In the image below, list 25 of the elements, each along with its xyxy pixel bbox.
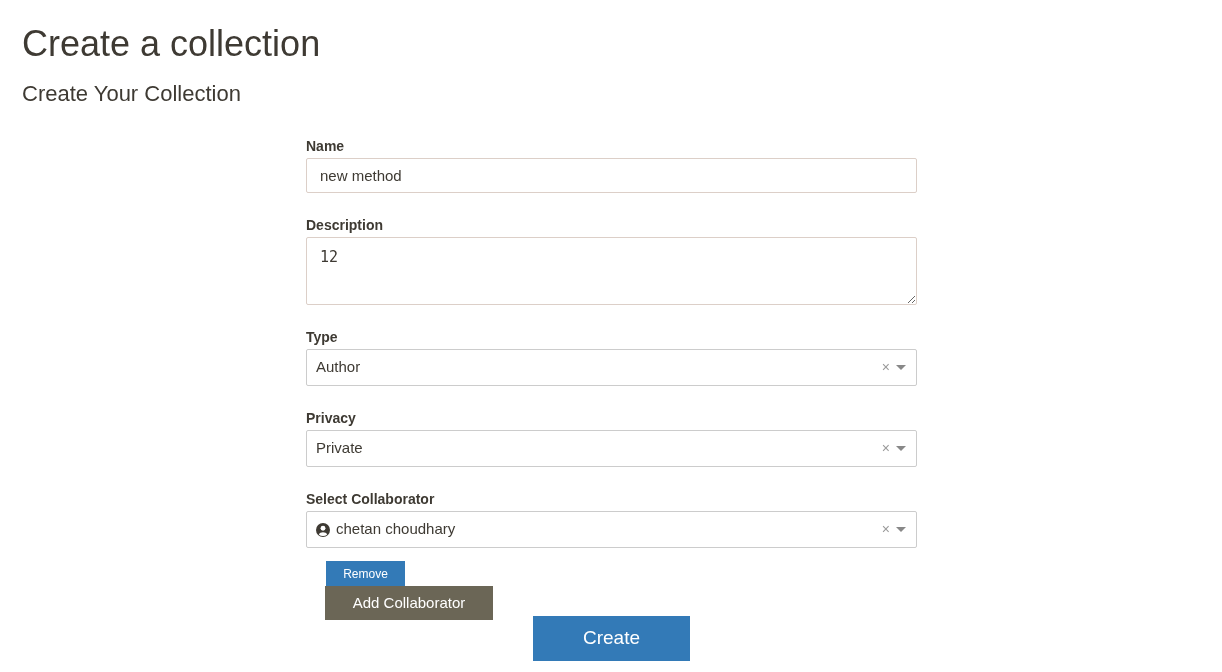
clear-button[interactable]: × — [881, 357, 890, 378]
caret-down-icon[interactable] — [896, 365, 906, 370]
create-button[interactable]: Create — [533, 616, 690, 661]
selected-value: chetan choudhary — [336, 520, 456, 538]
field-label: Privacy — [306, 409, 356, 428]
selected-value: Author — [316, 358, 361, 376]
field-label: Name — [306, 137, 345, 156]
clear-button[interactable]: × — [881, 438, 890, 459]
page-title: Create a collection — [22, 22, 321, 66]
remove-button[interactable]: Remove — [326, 561, 405, 587]
page-subtitle: Create Your Collection — [22, 80, 241, 108]
selected-value: Private — [316, 439, 363, 457]
caret-down-icon[interactable] — [896, 527, 906, 532]
add-collaborator-button[interactable]: Add Collaborator — [325, 586, 493, 620]
clear-button[interactable]: × — [881, 519, 890, 540]
user-icon — [316, 522, 330, 537]
select-dropdown[interactable]: Author × — [306, 349, 917, 386]
caret-down-icon[interactable] — [896, 446, 906, 451]
field-label: Select Collaborator — [306, 490, 435, 509]
field-label: Description — [306, 216, 383, 235]
select-dropdown[interactable]: Private × — [306, 430, 917, 467]
description-textarea[interactable]: 12 — [306, 237, 917, 305]
select-dropdown[interactable]: chetan choudhary × — [306, 511, 917, 548]
field-label: Type — [306, 328, 338, 347]
name-input[interactable]: new method — [306, 158, 917, 193]
